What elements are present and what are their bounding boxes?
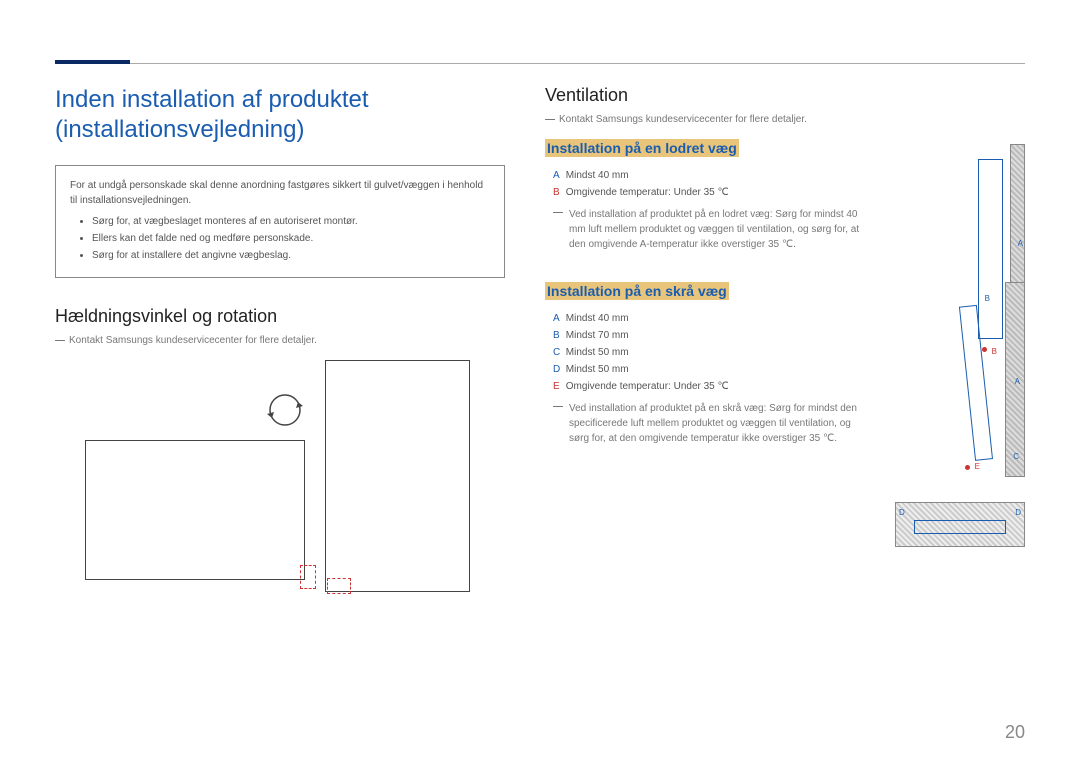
spec-value: Mindst 40 mm (566, 313, 629, 324)
spec-value: Mindst 70 mm (566, 330, 629, 341)
vertical-note: Ved installation af produktet på en lodr… (545, 207, 865, 252)
spec-value: Mindst 50 mm (566, 347, 629, 358)
vertical-heading: Installation på en lodret væg (545, 139, 739, 157)
main-heading: Inden installation af produktet (install… (55, 85, 505, 145)
ventilation-heading: Ventilation (545, 85, 1025, 106)
slanted-wall-section: Installation på en skrå væg A Mindst 40 … (545, 282, 1025, 552)
spec-value: Mindst 40 mm (566, 170, 629, 181)
panel-side (959, 305, 993, 461)
header-rule (55, 63, 1025, 64)
warning-bullet: Sørg for, at vægbeslaget monteres af en … (92, 214, 490, 229)
spec-value: Mindst 50 mm (566, 364, 629, 375)
diagram-label-d: D (899, 508, 905, 517)
left-column: Inden installation af produktet (install… (55, 85, 505, 620)
warning-intro: For at undgå personskade skal denne anor… (70, 178, 490, 208)
page-number: 20 (1005, 722, 1025, 743)
slanted-heading: Installation på en skrå væg (545, 282, 729, 300)
portrait-rect (325, 360, 470, 592)
main-heading-line2: (installationsvejledning) (55, 116, 304, 143)
diagram-label-b: B (985, 294, 990, 303)
label-b: B (553, 184, 563, 201)
diagram-label-e: E (975, 462, 980, 471)
label-b: B (553, 327, 563, 344)
label-e: E (553, 378, 563, 395)
page-body: Inden installation af produktet (install… (55, 50, 1025, 620)
label-a: A (553, 310, 563, 327)
diagram-label-a: A (1015, 377, 1020, 386)
diagram-label-c: C (1013, 452, 1019, 461)
diagram-label-a: A (1018, 239, 1023, 248)
floor-hatch (895, 502, 1025, 547)
main-heading-line1: Inden installation af produktet (55, 86, 369, 113)
panel-top (914, 520, 1006, 534)
pivot-marker (300, 565, 316, 589)
slanted-note: Ved installation af produktet på en skrå… (545, 401, 865, 446)
landscape-rect (85, 440, 305, 580)
label-d: D (553, 361, 563, 378)
right-column: Ventilation Kontakt Samsungs kundeservic… (545, 85, 1025, 620)
pivot-marker (327, 578, 351, 594)
spec-value: Omgivende temperatur: Under 35 ℃ (566, 381, 729, 392)
label-c: C (553, 344, 563, 361)
diagram-label-d: D (1015, 508, 1021, 517)
vertical-wall-section: Installation på en lodret væg A Mindst 4… (545, 139, 1025, 252)
warning-box: For at undgå personskade skal denne anor… (55, 165, 505, 278)
ventilation-note: Kontakt Samsungs kundeservicecenter for … (545, 114, 1025, 125)
slanted-wall-diagram: B A C E D D (895, 282, 1025, 547)
spec-value: Omgivende temperatur: Under 35 ℃ (566, 187, 729, 198)
rotation-diagram (55, 360, 485, 620)
warning-bullet: Ellers kan det falde ned og medføre pers… (92, 231, 490, 246)
warning-list: Sørg for, at vægbeslaget monteres af en … (70, 214, 490, 263)
warning-bullet: Sørg for at installere det angivne vægbe… (92, 248, 490, 263)
tilt-note: Kontakt Samsungs kundeservicecenter for … (55, 335, 505, 346)
header-accent (55, 60, 130, 64)
rotate-arrow-icon (265, 390, 305, 430)
tilt-heading: Hældningsvinkel og rotation (55, 306, 505, 327)
label-a: A (553, 167, 563, 184)
temp-dot-icon (965, 465, 970, 470)
